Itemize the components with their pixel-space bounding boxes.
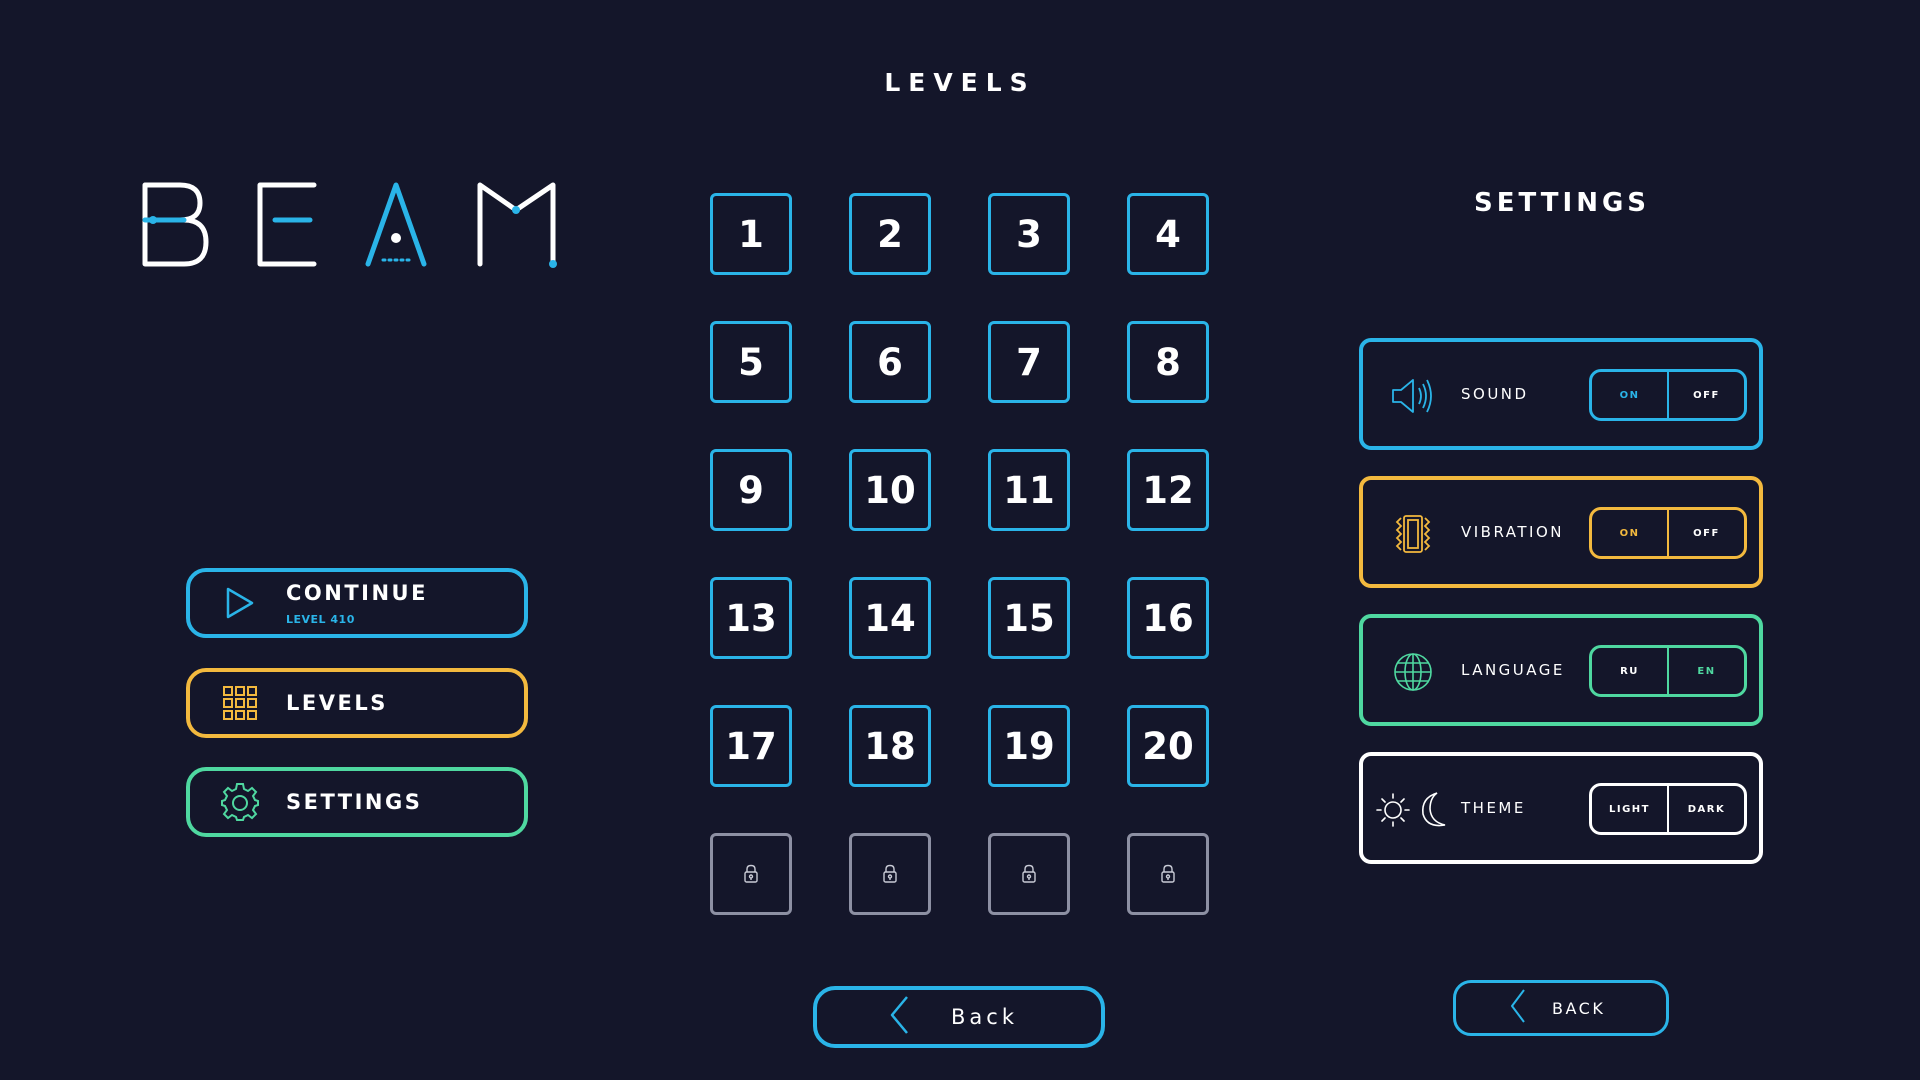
settings-title: SETTINGS xyxy=(1473,188,1651,218)
level-tile[interactable]: 3 xyxy=(988,193,1070,275)
chevron-left-icon xyxy=(889,995,909,1039)
level-tile[interactable]: 13 xyxy=(710,577,792,659)
level-tile[interactable]: 17 xyxy=(710,705,792,787)
lock-icon xyxy=(1161,864,1175,883)
language-setting: LANGUAGE RU EN xyxy=(1359,614,1763,726)
level-tile[interactable]: 12 xyxy=(1127,449,1209,531)
locked-level-tile[interactable] xyxy=(988,833,1070,915)
language-toggle: RU EN xyxy=(1589,645,1747,697)
levels-button[interactable]: LEVELS xyxy=(186,668,528,738)
grid-icon xyxy=(220,683,260,723)
level-tile[interactable]: 7 xyxy=(988,321,1070,403)
vibration-label: VIBRATION xyxy=(1461,523,1565,541)
vibration-off-option[interactable]: OFF xyxy=(1669,510,1744,556)
locked-level-tile[interactable] xyxy=(710,833,792,915)
chevron-left-icon xyxy=(1510,988,1526,1028)
level-tile[interactable]: 14 xyxy=(849,577,931,659)
language-en-option[interactable]: EN xyxy=(1669,648,1744,694)
globe-icon xyxy=(1391,652,1435,692)
theme-light-option[interactable]: LIGHT xyxy=(1592,786,1669,832)
continue-label: CONTINUE xyxy=(286,580,428,605)
play-icon xyxy=(220,583,260,623)
gear-icon xyxy=(220,782,260,822)
theme-label: THEME xyxy=(1461,799,1526,817)
settings-back-label: BACK xyxy=(1552,998,1606,1018)
sound-on-option[interactable]: ON xyxy=(1592,372,1669,418)
vibration-icon xyxy=(1391,514,1435,554)
continue-level-label: LEVEL 410 xyxy=(286,612,355,626)
vibration-on-option[interactable]: ON xyxy=(1592,510,1669,556)
sun-moon-icon xyxy=(1375,790,1453,830)
level-tile[interactable]: 2 xyxy=(849,193,931,275)
level-grid: 1 2 3 4 5 6 7 8 9 10 11 12 13 14 15 16 1… xyxy=(710,193,1209,915)
level-tile[interactable]: 1 xyxy=(710,193,792,275)
settings-back-button[interactable]: BACK xyxy=(1453,980,1669,1036)
level-tile[interactable]: 20 xyxy=(1127,705,1209,787)
lock-icon xyxy=(1022,864,1036,883)
speaker-icon xyxy=(1391,376,1435,416)
locked-level-tile[interactable] xyxy=(1127,833,1209,915)
locked-level-tile[interactable] xyxy=(849,833,931,915)
level-tile[interactable]: 6 xyxy=(849,321,931,403)
beam-logo xyxy=(142,182,557,268)
level-tile[interactable]: 19 xyxy=(988,705,1070,787)
sound-toggle: ON OFF xyxy=(1589,369,1747,421)
theme-setting: THEME LIGHT DARK xyxy=(1359,752,1763,864)
levels-label: LEVELS xyxy=(286,691,388,715)
lock-icon xyxy=(744,864,758,883)
settings-label: SETTINGS xyxy=(286,790,423,814)
level-tile[interactable]: 11 xyxy=(988,449,1070,531)
theme-toggle: LIGHT DARK xyxy=(1589,783,1747,835)
theme-dark-option[interactable]: DARK xyxy=(1669,786,1744,832)
level-tile[interactable]: 15 xyxy=(988,577,1070,659)
sound-setting: SOUND ON OFF xyxy=(1359,338,1763,450)
level-tile[interactable]: 10 xyxy=(849,449,931,531)
settings-button[interactable]: SETTINGS xyxy=(186,767,528,837)
level-tile[interactable]: 9 xyxy=(710,449,792,531)
level-tile[interactable]: 16 xyxy=(1127,577,1209,659)
levels-back-button[interactable]: Back xyxy=(813,986,1105,1048)
vibration-setting: VIBRATION ON OFF xyxy=(1359,476,1763,588)
sound-label: SOUND xyxy=(1461,385,1529,403)
level-tile[interactable]: 8 xyxy=(1127,321,1209,403)
levels-back-label: Back xyxy=(951,1005,1018,1029)
levels-title: LEVELS xyxy=(884,68,1036,97)
sound-off-option[interactable]: OFF xyxy=(1669,372,1744,418)
language-label: LANGUAGE xyxy=(1461,661,1565,679)
level-tile[interactable]: 18 xyxy=(849,705,931,787)
level-tile[interactable]: 4 xyxy=(1127,193,1209,275)
vibration-toggle: ON OFF xyxy=(1589,507,1747,559)
lock-icon xyxy=(883,864,897,883)
language-ru-option[interactable]: RU xyxy=(1592,648,1669,694)
level-tile[interactable]: 5 xyxy=(710,321,792,403)
continue-button[interactable]: CONTINUE LEVEL 410 xyxy=(186,568,528,638)
